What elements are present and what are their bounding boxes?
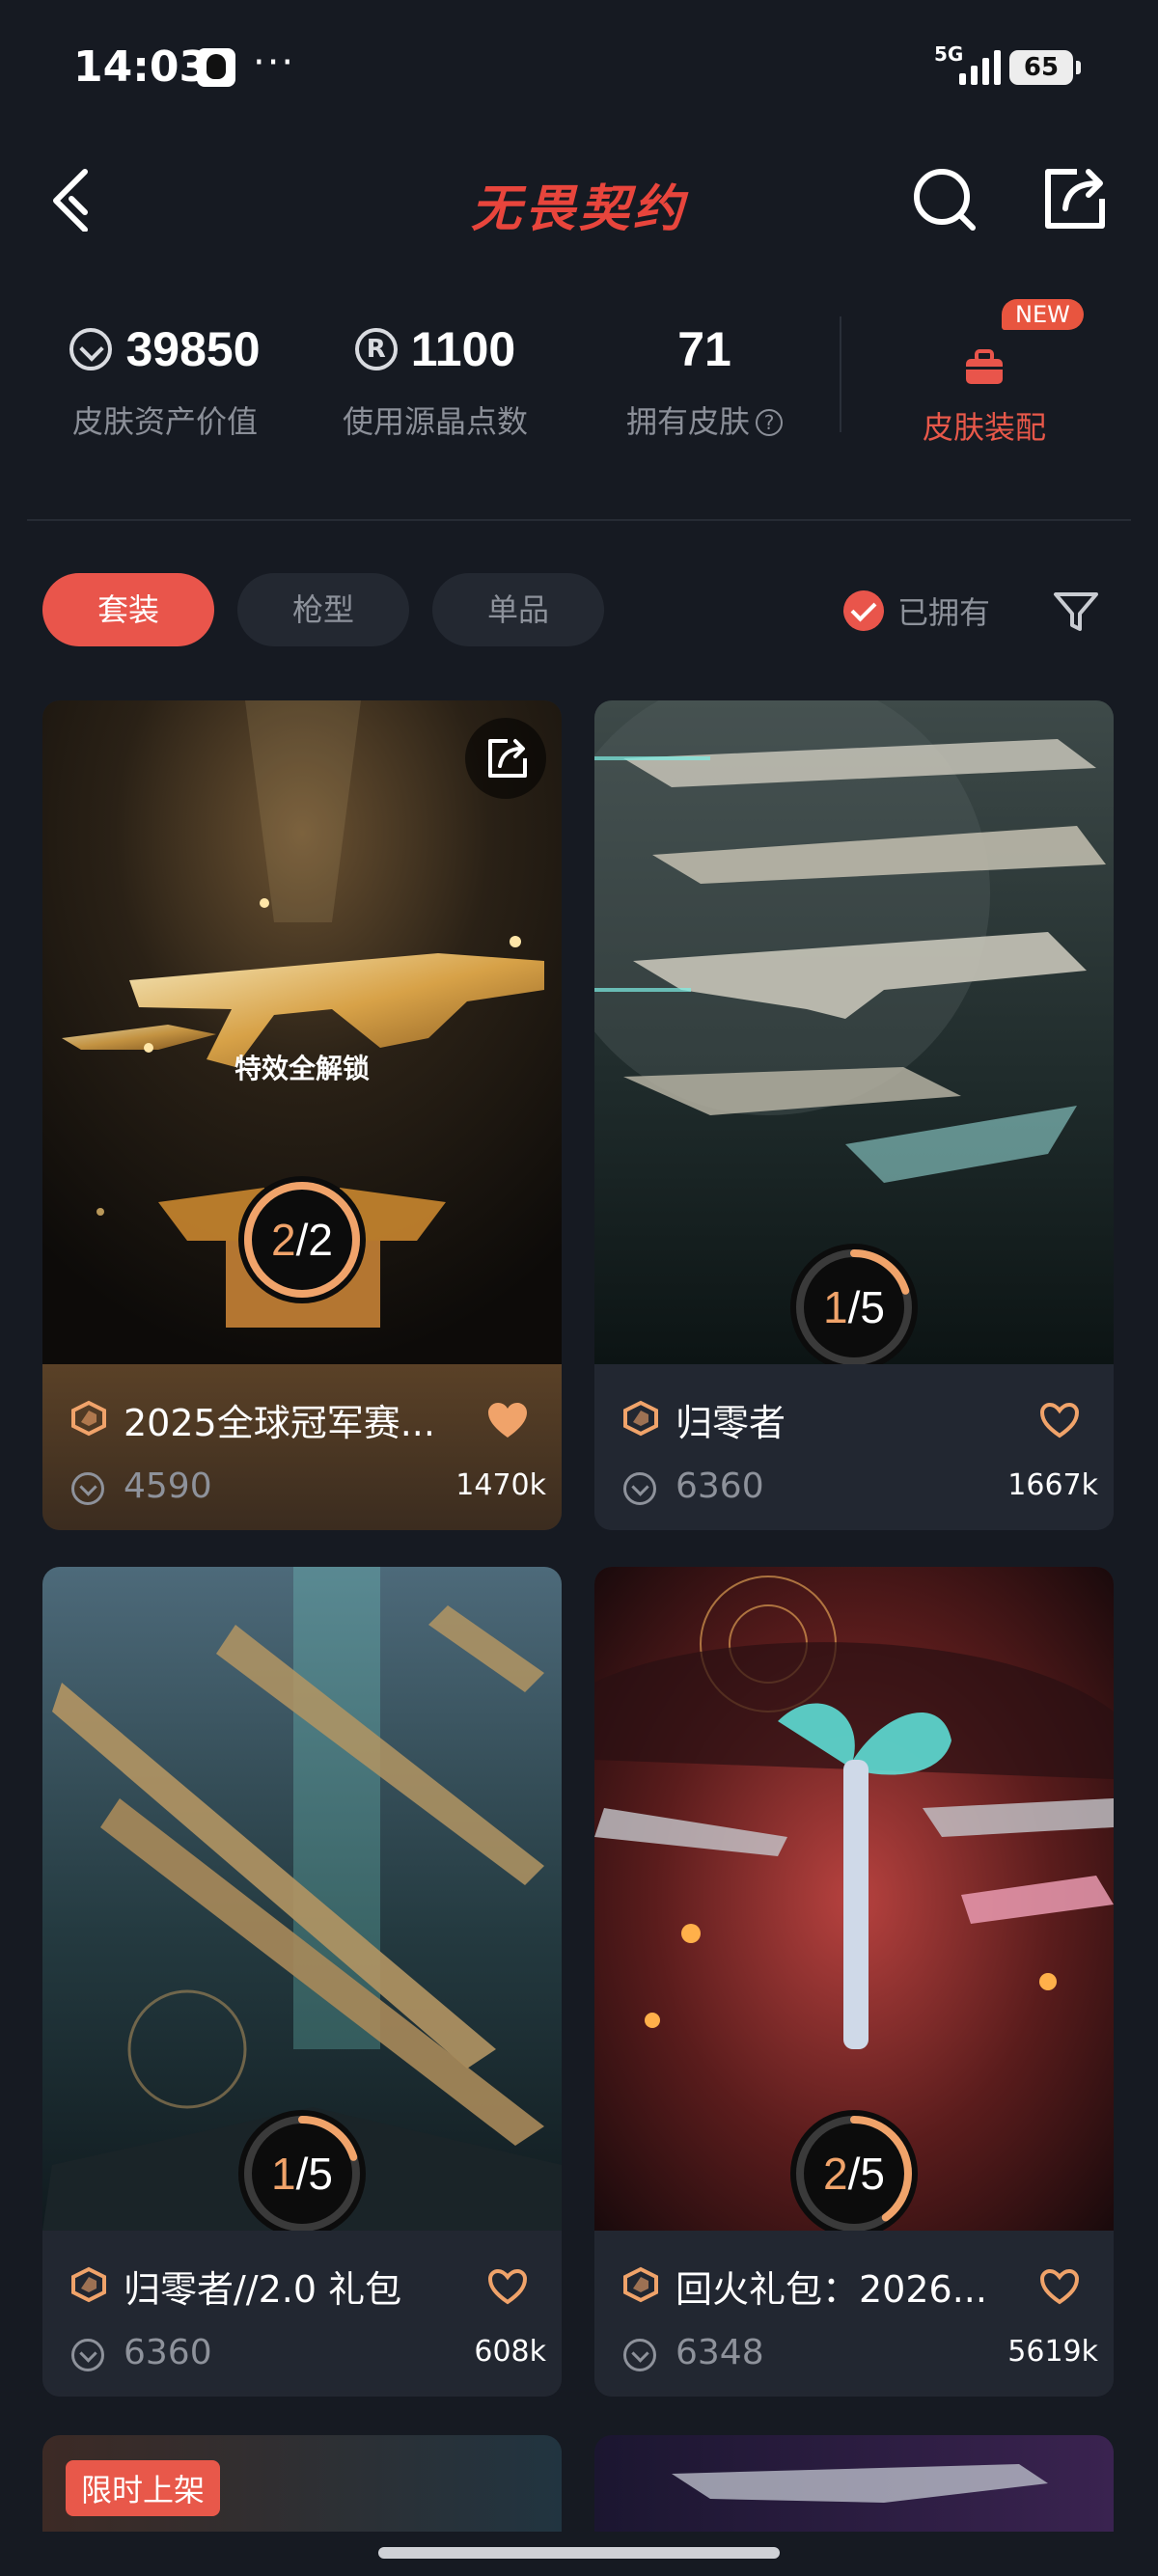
skin-name: 回火礼包：2026... [676,2268,987,2311]
skin-name: 归零者//2.0 礼包 [124,2268,402,2311]
card-share-button[interactable] [465,718,546,799]
like-count: 1470k [455,1468,546,1502]
owned-skins-value: 71 [677,322,731,376]
asset-value-label: 皮肤资产价值 [71,403,258,440]
collection-progress-ring: 1/5 [230,2101,374,2231]
skin-outfit-button[interactable]: NEW 皮肤装配 [907,299,1084,448]
new-badge: NEW [1002,299,1084,330]
rank-icon [71,1400,106,1437]
effects-unlocked-text: 特效全解锁 [234,1053,370,1084]
vp-currency-icon [69,328,113,370]
home-indicator[interactable] [378,2547,780,2559]
battery-icon: 65 [1009,50,1081,85]
collection-progress-ring: 2/5 [782,2101,926,2231]
skin-artwork: 1/5 [594,700,1114,1364]
skin-price: 6360 [676,1466,764,1506]
skin-artwork: 1/5 [42,1567,562,2231]
heart-outline-icon[interactable] [1038,1401,1081,1439]
heart-outline-icon[interactable] [1038,2267,1081,2306]
skin-price: 6348 [676,2333,764,2372]
radianite-icon: R [354,328,398,370]
collection-progress-text: 2/2 [271,1215,333,1265]
skin-artwork [672,2464,1048,2503]
app-header: 无畏契约 [0,135,1158,260]
wardrobe-icon [966,349,1003,384]
share-button[interactable] [1038,162,1112,235]
effects-unlocked-banner: 特效全解锁 [191,1034,413,1102]
share-icon [1045,169,1105,229]
stats-divider [840,316,841,432]
filter-button[interactable] [1050,585,1102,637]
filter-icon [1054,592,1098,631]
vp-price-icon [71,2339,104,2371]
heart-filled-icon[interactable] [486,1401,529,1439]
skin-artwork: 2/5 [594,1567,1114,2231]
owned-skins-stat[interactable]: 71 拥有皮肤? [608,318,801,442]
qq-notification-icon [197,48,235,87]
collection-progress-ring: 2/2 [230,1167,374,1312]
skin-card-partial[interactable] [594,2435,1114,2532]
tab-sets[interactable]: 套装 [42,573,214,646]
skin-outfit-label: 皮肤装配 [922,409,1046,446]
owned-filter-toggle[interactable]: 已拥有 [843,589,990,633]
like-count: 1667k [1007,1468,1098,1502]
skin-price: 6360 [124,2333,212,2372]
vp-price-icon [71,1472,104,1505]
check-icon [843,590,884,631]
skin-card[interactable]: 1/5 归零者//2.0 礼包 6360 608k [42,1567,562,2397]
skin-card[interactable]: 2/5 回火礼包：2026... 6348 5619k [594,1567,1114,2397]
collection-progress-text: 1/5 [823,1282,885,1332]
heart-outline-icon[interactable] [486,2267,529,2306]
tab-gun-types[interactable]: 枪型 [237,573,409,646]
limited-time-badge: 限时上架 [66,2460,221,2516]
vp-price-icon [623,1472,656,1505]
search-button[interactable] [909,162,982,235]
stats-panel: 39850 皮肤资产价值 R 1100 使用源晶点数 71 拥有皮肤? NEW [0,289,1158,463]
skin-card[interactable]: 1/5 归零者 6360 1667k [594,700,1114,1530]
status-bar: 14:03 ··· 5G 65 [0,0,1158,135]
rank-icon [623,1400,658,1437]
search-icon [914,169,976,231]
card-info: 归零者//2.0 礼包 6360 608k [42,2231,562,2397]
skin-name: 2025全球冠军赛... [124,1402,435,1444]
help-icon[interactable]: ? [756,409,783,436]
collection-progress-ring: 1/5 [782,1235,926,1364]
asset-value-stat: 39850 皮肤资产价值 [64,318,266,442]
more-notifications-icon: ··· [253,41,296,85]
rank-icon [623,2266,658,2303]
points-stat: R 1100 使用源晶点数 [334,318,537,442]
tab-single-items[interactable]: 单品 [432,573,604,646]
vp-price-icon [623,2339,656,2371]
signal-icon [959,48,1001,85]
skin-artwork: 2/2 特效全解锁 [42,700,562,1364]
points-label: 使用源晶点数 [342,403,528,440]
category-tabs: 套装 枪型 单品 已拥有 [0,573,1158,650]
card-info: 归零者 6360 1667k [594,1364,1114,1530]
points-value: 1100 [410,322,516,376]
skin-name: 归零者 [676,1402,786,1444]
skin-card-partial[interactable]: 限时上架 [42,2435,562,2532]
page-title: 无畏契约 [470,180,687,238]
status-time: 14:03 [73,42,209,92]
share-icon [488,739,527,778]
skin-collection-page: 14:03 ··· 5G 65 无畏契约 39850 皮肤资产价值 R 1100… [0,0,1158,2576]
collection-progress-text: 2/5 [823,2149,885,2199]
owned-skins-label: 拥有皮肤 [625,403,750,440]
asset-value: 39850 [125,322,261,376]
collection-progress-text: 1/5 [271,2149,333,2199]
like-count: 608k [474,2335,546,2369]
rank-icon [71,2266,106,2303]
skin-card[interactable]: 2/2 特效全解锁 2025全球冠军赛... 4590 1470k [42,700,562,1530]
divider [27,519,1131,521]
card-info: 回火礼包：2026... 6348 5619k [594,2231,1114,2397]
card-info: 2025全球冠军赛... 4590 1470k [42,1364,562,1530]
owned-filter-label: 已拥有 [897,594,991,631]
skin-price: 4590 [124,1466,212,1506]
like-count: 5619k [1007,2335,1098,2369]
